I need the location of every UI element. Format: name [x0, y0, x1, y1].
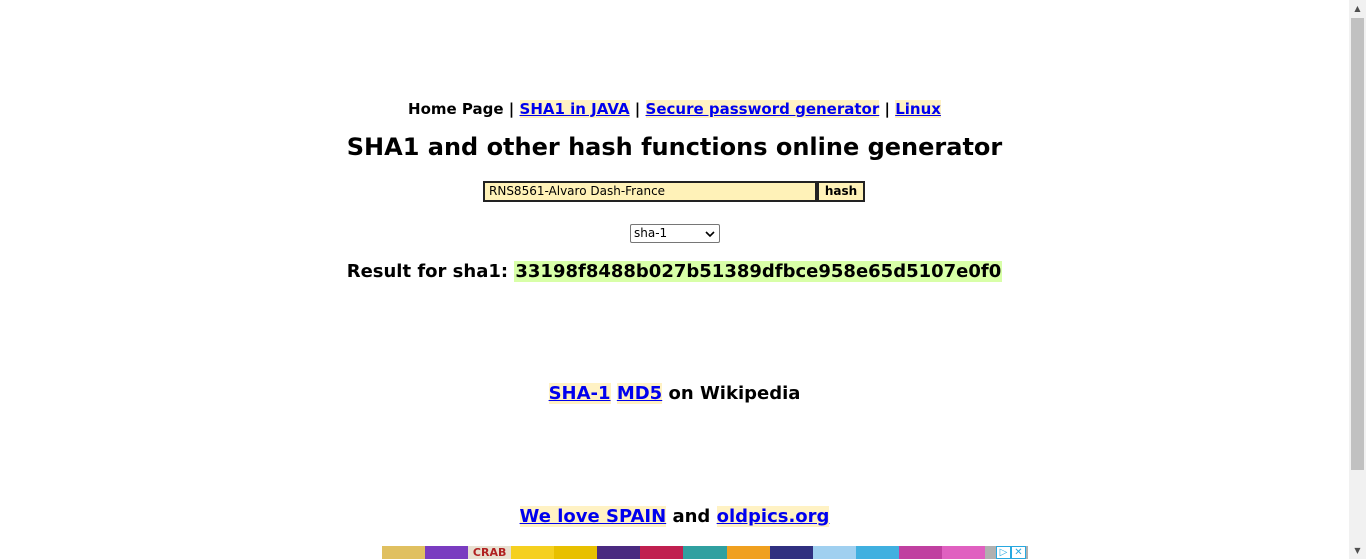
scroll-down-icon[interactable]: ▼ [1349, 542, 1366, 559]
wikipedia-links: SHA-1 MD5 on Wikipedia [0, 382, 1349, 406]
result-line: Result for sha1: 33198f8488b027b51389dfb… [0, 260, 1349, 284]
wiki-link-md5[interactable]: MD5 [616, 383, 663, 404]
ad-tile [640, 546, 684, 559]
top-nav: Home Page | SHA1 in JAVA | Secure passwo… [0, 99, 1349, 119]
ad-tile [425, 546, 469, 559]
ad-tile [769, 546, 813, 559]
wiki-link-sha1[interactable]: SHA-1 [548, 383, 611, 404]
ad-tile [941, 546, 985, 559]
ad-tile [554, 546, 598, 559]
ad-choices-icon[interactable]: ▷ [996, 546, 1011, 559]
ad-close-icon[interactable]: ✕ [1011, 546, 1026, 559]
ad-controls: ▷ ✕ [996, 546, 1026, 559]
nav-separator: | [884, 100, 890, 118]
algorithm-select[interactable]: sha-1 [630, 224, 720, 243]
chevron-down-icon [705, 231, 715, 238]
page-content: Home Page | SHA1 in JAVA | Secure passwo… [0, 0, 1349, 559]
ad-tile [855, 546, 899, 559]
ad-banner[interactable]: CRAB [382, 546, 1028, 559]
scroll-up-icon[interactable]: ▲ [1349, 0, 1366, 17]
footer-and: and [672, 506, 711, 527]
link-we-love-spain[interactable]: We love SPAIN [519, 506, 667, 527]
nav-link-linux[interactable]: Linux [895, 100, 941, 118]
nav-home-label: Home Page [408, 100, 504, 118]
ad-tile [683, 546, 727, 559]
nav-link-sha1-java[interactable]: SHA1 in JAVA [519, 100, 630, 118]
hash-result-value: 33198f8488b027b51389dfbce958e65d5107e0f0 [514, 261, 1003, 282]
wiki-suffix: on Wikipedia [668, 383, 801, 404]
text-to-hash-input[interactable]: RNS8561-Alvaro Dash-France [483, 181, 817, 202]
scrollbar-thumb[interactable] [1351, 18, 1364, 470]
hash-form: RNS8561-Alvaro Dash-France hash [0, 181, 1349, 202]
algorithm-select-row: sha-1 [0, 224, 1349, 243]
ad-tile [511, 546, 555, 559]
ad-tile [382, 546, 426, 559]
result-label: Result for sha1: [346, 261, 509, 282]
hash-button[interactable]: hash [817, 181, 865, 202]
nav-separator: | [508, 100, 515, 118]
vertical-scrollbar[interactable]: ▲ ▼ [1349, 0, 1366, 559]
ad-tile [597, 546, 641, 559]
nav-separator: | [634, 100, 641, 118]
footer-links: We love SPAIN and oldpics.org [0, 505, 1349, 529]
page-title: SHA1 and other hash functions online gen… [346, 133, 1003, 161]
ad-tile [726, 546, 770, 559]
nav-link-password-generator[interactable]: Secure password generator [645, 100, 880, 118]
ad-tile [898, 546, 942, 559]
link-oldpics[interactable]: oldpics.org [716, 506, 830, 527]
algorithm-selected-value: sha-1 [634, 226, 668, 240]
ad-tile [812, 546, 856, 559]
ad-banner-text: CRAB [468, 546, 512, 559]
